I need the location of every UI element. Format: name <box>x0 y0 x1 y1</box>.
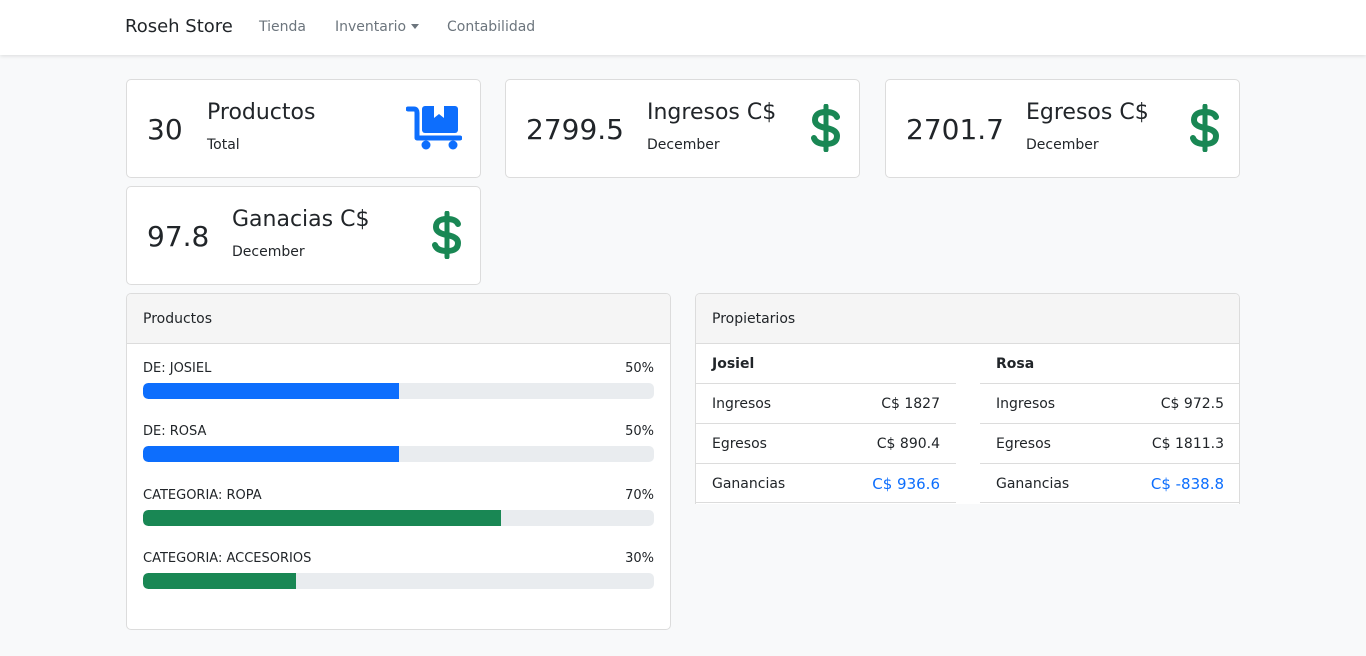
row-label: Ganancias <box>996 476 1070 492</box>
dollar-icon <box>432 211 462 259</box>
owner-row-egresos: Egresos C$ 890.4 <box>696 423 956 463</box>
owner-row-egresos: Egresos C$ 1811.3 <box>980 423 1239 463</box>
progress-fill <box>143 446 399 462</box>
stat-title: Productos <box>207 100 316 125</box>
progress-track <box>143 383 654 399</box>
stat-subtitle: December <box>647 137 720 153</box>
stat-value: 97.8 <box>147 220 210 253</box>
progress-percent: 70% <box>625 488 654 503</box>
nav-inventario-dropdown[interactable]: Inventario <box>335 19 420 35</box>
progress-row: DE: JOSIEL 50% <box>143 361 654 401</box>
progress-label: CATEGORIA: ACCESORIOS <box>143 551 312 566</box>
row-label: Egresos <box>996 436 1051 452</box>
stat-card-productos: 30 Productos Total <box>126 79 481 178</box>
progress-percent: 50% <box>625 424 654 439</box>
progress-fill <box>143 510 501 526</box>
row-label: Ingresos <box>996 396 1056 412</box>
stat-title: Ganacias C$ <box>232 207 370 232</box>
owner-name: Rosa <box>996 356 1035 372</box>
progress-fill <box>143 383 399 399</box>
row-value: C$ 890.4 <box>876 436 940 452</box>
productos-panel: Productos DE: JOSIEL 50% DE: ROSA 50% CA… <box>126 293 671 630</box>
stat-card-ingresos: 2799.5 Ingresos C$ December <box>505 79 860 178</box>
stat-value: 2799.5 <box>526 113 624 146</box>
progress-track <box>143 573 654 589</box>
row-label: Ingresos <box>712 396 772 412</box>
brand-link[interactable]: Roseh Store <box>125 16 233 37</box>
owner-row-ingresos: Ingresos C$ 1827 <box>696 383 956 423</box>
row-label: Egresos <box>712 436 767 452</box>
stat-subtitle: Total <box>207 137 240 153</box>
stat-title: Ingresos C$ <box>647 100 777 125</box>
stat-card-ganancias: 97.8 Ganacias C$ December <box>126 186 481 285</box>
stat-title: Egresos C$ <box>1026 100 1149 125</box>
top-navbar: Roseh Store Tienda Inventario Contabilid… <box>0 0 1366 55</box>
owner-name: Josiel <box>712 356 755 372</box>
ganancias-link[interactable]: C$ 936.6 <box>872 475 940 493</box>
stat-value: 2701.7 <box>906 113 1004 146</box>
nav-tienda[interactable]: Tienda <box>259 19 306 35</box>
panel-title: Propietarios <box>712 311 796 327</box>
dollar-icon <box>1190 104 1220 152</box>
stat-value: 30 <box>147 113 183 146</box>
stat-subtitle: December <box>232 244 305 260</box>
progress-label: CATEGORIA: ROPA <box>143 488 262 503</box>
panel-header: Productos <box>127 294 670 344</box>
progress-label: DE: ROSA <box>143 424 207 439</box>
nav-inventario-label: Inventario <box>335 19 407 35</box>
stat-subtitle: December <box>1026 137 1099 153</box>
progress-row: CATEGORIA: ACCESORIOS 30% <box>143 551 654 591</box>
progress-track <box>143 446 654 462</box>
ganancias-link[interactable]: C$ -838.8 <box>1151 475 1224 493</box>
owner-row-ganancias: Ganancias C$ 936.6 <box>696 463 956 503</box>
row-value: C$ 1827 <box>881 396 940 412</box>
row-value: C$ 1811.3 <box>1151 436 1224 452</box>
progress-row: DE: ROSA 50% <box>143 424 654 464</box>
owner-row-ganancias: Ganancias C$ -838.8 <box>980 463 1239 503</box>
dollar-icon <box>811 104 841 152</box>
progress-row: CATEGORIA: ROPA 70% <box>143 488 654 528</box>
progress-percent: 50% <box>625 361 654 376</box>
dolly-cart-icon <box>406 106 462 150</box>
owner-row-ingresos: Ingresos C$ 972.5 <box>980 383 1239 423</box>
row-value: C$ 972.5 <box>1160 396 1224 412</box>
panel-title: Productos <box>143 311 213 327</box>
progress-track <box>143 510 654 526</box>
progress-fill <box>143 573 297 589</box>
progress-percent: 30% <box>625 551 654 566</box>
row-label: Ganancias <box>712 476 786 492</box>
progress-label: DE: JOSIEL <box>143 361 212 376</box>
stat-card-egresos: 2701.7 Egresos C$ December <box>885 79 1240 178</box>
chevron-down-icon <box>411 24 420 29</box>
nav-contabilidad[interactable]: Contabilidad <box>447 19 535 35</box>
propietarios-panel: Propietarios Josiel Ingresos C$ 1827 Egr… <box>695 293 1240 504</box>
panel-header: Propietarios <box>696 294 1239 344</box>
